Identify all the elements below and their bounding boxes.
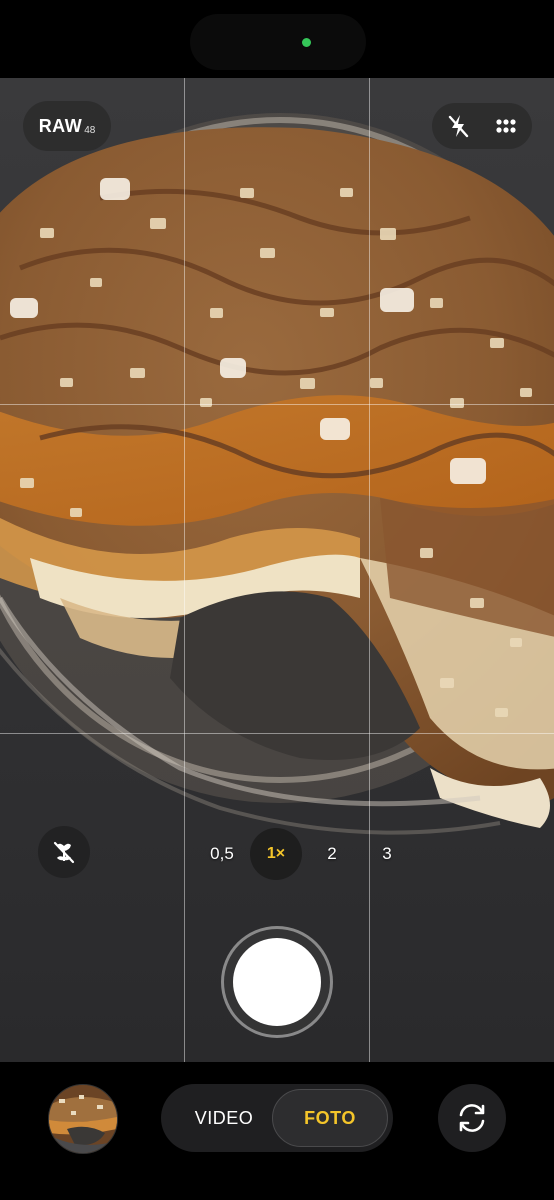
raw-label: RAW [38, 115, 83, 136]
camera-screen: RAW 48 0,5 1× 2 3 VIDEO FOTO [0, 0, 554, 1200]
camera-in-use-indicator [302, 38, 311, 47]
bottom-bar: VIDEO FOTO [0, 1062, 554, 1200]
grid-line-vertical-right [369, 78, 370, 1062]
shutter-button-inner [233, 938, 321, 1026]
shutter-button[interactable] [221, 926, 333, 1038]
grid-line-horizontal-bottom [0, 733, 554, 734]
mode-photo-button[interactable]: FOTO [272, 1089, 388, 1147]
zoom-option-2[interactable]: 2 [316, 828, 348, 880]
dynamic-island [190, 14, 366, 70]
last-photo-thumbnail[interactable] [48, 1084, 118, 1154]
zoom-option-0-5[interactable]: 0,5 [201, 828, 243, 880]
capture-mode-switch: VIDEO FOTO [161, 1084, 393, 1152]
camera-flip-button[interactable] [438, 1084, 506, 1152]
viewfinder[interactable] [0, 78, 554, 1062]
macro-toggle-button[interactable] [38, 826, 90, 878]
macro-flower-off-icon [53, 841, 75, 864]
grid-line-vertical-left [184, 78, 185, 1062]
zoom-option-3[interactable]: 3 [371, 828, 403, 880]
mode-video-button[interactable]: VIDEO [179, 1084, 269, 1152]
status-bar [0, 0, 554, 78]
grid-line-horizontal-top [0, 404, 554, 405]
raw-megapixel-label: 48 [84, 125, 96, 136]
grid-dots-icon[interactable] [490, 110, 522, 142]
camera-flip-icon [459, 1104, 485, 1132]
top-right-controls [432, 103, 532, 149]
zoom-option-1x[interactable]: 1× [250, 828, 302, 880]
raw-toggle-button[interactable]: RAW 48 [23, 101, 111, 151]
flash-off-icon[interactable] [442, 110, 474, 142]
viewfinder-preview-image [0, 78, 554, 1062]
